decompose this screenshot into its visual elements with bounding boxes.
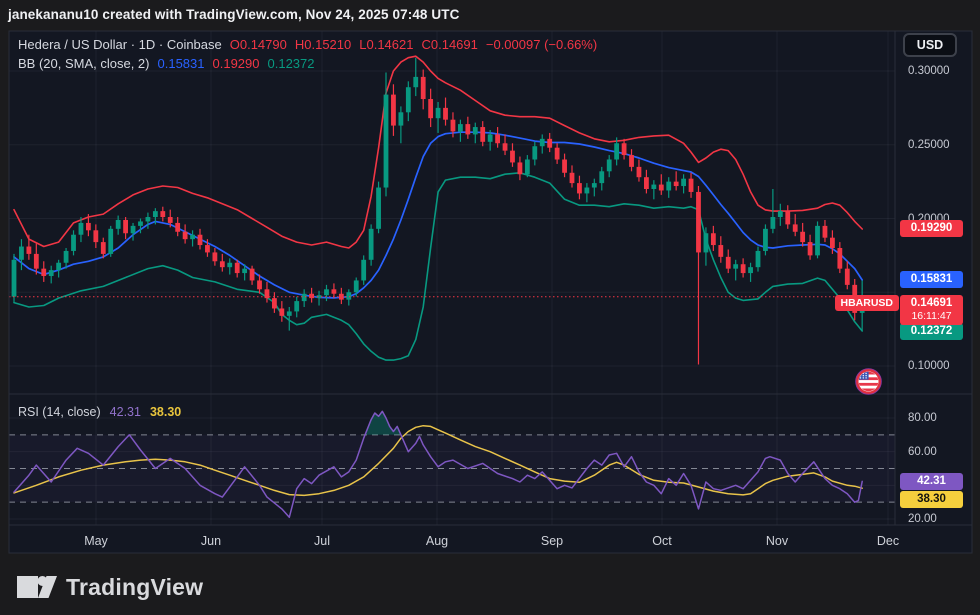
currency-toggle-button[interactable]: USD [903, 33, 957, 57]
price-axis-label: 0.30000 [908, 64, 950, 78]
time-axis-label-dec: Dec [877, 534, 899, 548]
ohlc-open: O0.14790 [230, 37, 287, 52]
price-chart-pane[interactable] [9, 31, 895, 394]
rsi-indicator-title: RSI (14, close) [18, 405, 101, 419]
rsi-ma-value-badge: 38.30 [900, 491, 963, 508]
ohlc-low: L0.14621 [359, 37, 413, 52]
last-price-badge: 0.14691 16:11:47 [900, 295, 963, 325]
price-axis-label: 0.25000 [908, 138, 950, 152]
time-axis-label-nov: Nov [766, 534, 788, 548]
time-axis-label-oct: Oct [652, 534, 671, 548]
time-axis-label-aug: Aug [426, 534, 448, 548]
time-axis[interactable] [9, 525, 895, 553]
ohlc-close: C0.14691 [421, 37, 477, 52]
symbol-title: Hedera / US Dollar · 1D · Coinbase [18, 37, 222, 52]
rsi-axis-label: 60.00 [908, 445, 937, 459]
bb-basis-value: 0.15831 [158, 56, 205, 71]
last-price-value: 0.14691 [900, 297, 963, 309]
bb-lower-value: 0.12372 [268, 56, 315, 71]
rsi-legend-row[interactable]: RSI (14, close) 42.31 38.30 [18, 405, 181, 419]
bb-indicator-title: BB (20, SMA, close, 2) [18, 56, 150, 71]
time-axis-label-jul: Jul [314, 534, 330, 548]
time-axis-label-jun: Jun [201, 534, 221, 548]
publisher-flag-avatar-icon[interactable] [855, 368, 882, 395]
rsi-axis-label: 20.00 [908, 512, 937, 526]
tradingview-logo-text: TradingView [66, 574, 203, 601]
countdown-timer: 16:11:47 [900, 310, 963, 322]
attribution-text: janekananu10 created with TradingView.co… [8, 7, 459, 22]
ohlc-high: H0.15210 [295, 37, 351, 52]
rsi-value: 42.31 [110, 405, 141, 419]
rsi-ma-value: 38.30 [150, 405, 181, 419]
bb-upper-value: 0.19290 [213, 56, 260, 71]
tradingview-logo-icon [17, 571, 57, 603]
ohlc-change: −0.00097 (−0.66%) [486, 37, 597, 52]
rsi-axis-label: 80.00 [908, 411, 937, 425]
bb-lower-price-badge: 0.12372 [900, 323, 963, 340]
rsi-value-badge: 42.31 [900, 473, 963, 490]
symbol-price-tag: HBARUSD [835, 295, 900, 311]
time-axis-label-sep: Sep [541, 534, 563, 548]
tradingview-logo[interactable]: TradingView [17, 571, 203, 603]
time-axis-label-may: May [84, 534, 108, 548]
bb-upper-price-badge: 0.19290 [900, 220, 963, 237]
symbol-legend-row[interactable]: Hedera / US Dollar · 1D · Coinbase O0.14… [18, 37, 597, 52]
price-axis-label: 0.10000 [908, 359, 950, 373]
bb-basis-price-badge: 0.15831 [900, 271, 963, 288]
bb-legend-row[interactable]: BB (20, SMA, close, 2) 0.15831 0.19290 0… [18, 56, 315, 71]
